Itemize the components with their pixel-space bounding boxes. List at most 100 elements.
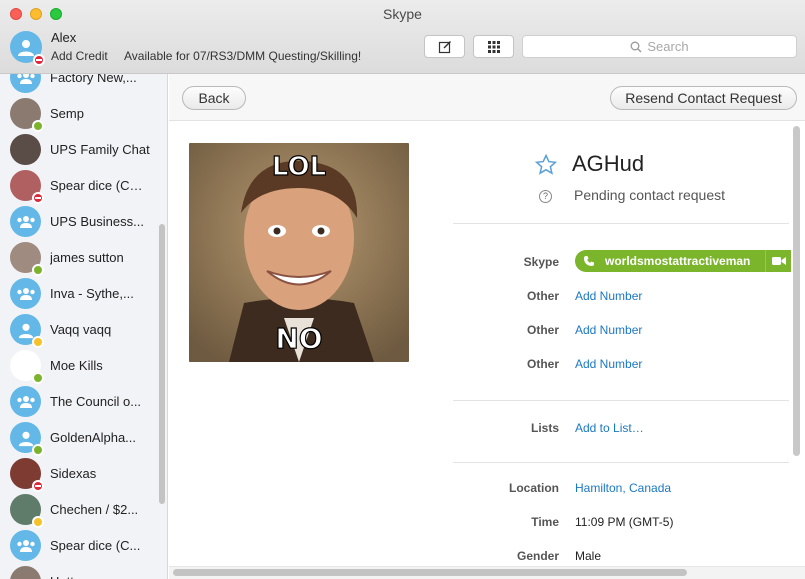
- group-icon: [16, 539, 35, 552]
- group-avatar: [10, 206, 41, 237]
- contact-item[interactable]: UPS Family Chat: [0, 132, 158, 168]
- contact-item[interactable]: Vaqq vaqq: [0, 312, 158, 348]
- group-avatar: [10, 530, 41, 561]
- search-icon: [630, 41, 642, 52]
- contact-item[interactable]: Spear dice (C...: [0, 528, 158, 564]
- status-online-icon: [32, 444, 44, 456]
- time-label: Time: [531, 515, 559, 529]
- my-status-dnd-icon[interactable]: [33, 54, 45, 66]
- contact-item[interactable]: GoldenAlpha...: [0, 420, 158, 456]
- add-number-link-2[interactable]: Add Number: [575, 323, 642, 337]
- contact-item[interactable]: Moe Kills: [0, 348, 158, 384]
- favorite-star-icon[interactable]: [535, 154, 557, 175]
- contact-item[interactable]: Hatter: [0, 564, 158, 579]
- add-to-list-link[interactable]: Add to List…: [575, 421, 644, 435]
- add-number-link-3[interactable]: Add Number: [575, 357, 642, 371]
- new-conversation-button[interactable]: [424, 35, 465, 58]
- gender-label: Gender: [516, 549, 559, 563]
- profile-panel: Back Resend Contact Request LOL NO AGHud…: [169, 74, 805, 579]
- contact-item[interactable]: Semp: [0, 96, 158, 132]
- contact-item[interactable]: james sutton: [0, 240, 158, 276]
- group-avatar: [10, 278, 41, 309]
- skype-label: Skype: [523, 255, 559, 269]
- contact-item[interactable]: The Council o...: [0, 384, 158, 420]
- contact-item[interactable]: Factory New,...: [0, 74, 158, 96]
- contact-name: Spear dice (C...: [50, 538, 141, 553]
- contact-item[interactable]: UPS Business...: [0, 204, 158, 240]
- contact-name: Inva - Sythe,...: [50, 286, 134, 301]
- dialpad-icon: [487, 40, 500, 53]
- divider: [453, 462, 789, 463]
- title-bar: Skype Alex Add Credit Available for 07/R…: [0, 0, 805, 74]
- contact-name: Factory New,...: [50, 74, 137, 85]
- profile-horizontal-scrollbar[interactable]: [173, 569, 687, 576]
- avatar: [10, 494, 44, 528]
- add-credit-link[interactable]: Add Credit: [51, 49, 108, 63]
- phone-label-3: Other: [526, 357, 559, 371]
- location-label: Location: [509, 481, 559, 495]
- status-dnd-icon: [32, 480, 44, 492]
- image-caption-bottom: NO: [275, 322, 322, 355]
- gender-value: Male: [575, 549, 602, 563]
- contact-name: GoldenAlpha...: [50, 430, 137, 445]
- my-name[interactable]: Alex: [51, 30, 76, 45]
- contact-name: The Council o...: [50, 394, 142, 409]
- dialpad-button[interactable]: [473, 35, 514, 58]
- image-caption-top: LOL: [272, 152, 326, 182]
- search-input[interactable]: Search: [522, 35, 797, 58]
- contact-name: Semp: [50, 106, 84, 121]
- avatar: [10, 422, 44, 456]
- location-value[interactable]: Hamilton, Canada: [575, 481, 671, 495]
- status-online-icon: [32, 372, 44, 384]
- person-icon: [18, 323, 33, 338]
- status-online-icon: [32, 120, 44, 132]
- profile-toolbar: Back Resend Contact Request: [169, 74, 805, 121]
- search-placeholder: Search: [647, 39, 689, 54]
- profile-name: AGHud: [572, 151, 645, 176]
- status-dnd-icon: [32, 192, 44, 204]
- status-online-icon: [32, 264, 44, 276]
- person-icon: [18, 431, 33, 446]
- add-number-link-1[interactable]: Add Number: [575, 289, 642, 303]
- my-avatar[interactable]: [10, 31, 45, 66]
- group-avatar: [10, 386, 41, 417]
- contact-name: Spear dice (CEO): [50, 178, 150, 193]
- profile-picture: LOL NO: [189, 143, 409, 362]
- skype-call-button[interactable]: worldsmostattractiveman: [575, 250, 791, 272]
- status-away-icon: [32, 516, 44, 528]
- video-call-icon[interactable]: [772, 256, 786, 266]
- contact-item[interactable]: Sidexas: [0, 456, 158, 492]
- group-icon: [16, 215, 35, 228]
- compose-icon: [438, 40, 451, 53]
- avatar: [10, 98, 44, 132]
- divider: [453, 400, 789, 401]
- question-icon: ?: [539, 190, 552, 203]
- divider: [453, 223, 789, 224]
- avatar: [10, 350, 44, 384]
- profile-vertical-scrollbar[interactable]: [793, 126, 800, 456]
- group-icon: [16, 287, 35, 300]
- contact-item[interactable]: Inva - Sythe,...: [0, 276, 158, 312]
- group-icon: [16, 74, 35, 84]
- mood-message[interactable]: Available for 07/RS3/DMM Questing/Skilli…: [124, 49, 361, 63]
- group-avatar: [10, 74, 41, 93]
- avatar: [10, 566, 41, 579]
- resend-contact-request-button[interactable]: Resend Contact Request: [610, 86, 797, 110]
- contacts-sidebar[interactable]: Factory New,... Semp UPS Family Chat Spear …: [0, 74, 168, 579]
- avatar: [10, 170, 44, 204]
- contact-name: UPS Family Chat: [50, 142, 150, 157]
- contact-item[interactable]: Spear dice (CEO): [0, 168, 158, 204]
- lists-label: Lists: [530, 421, 559, 435]
- phone-label-1: Other: [526, 289, 559, 303]
- sidebar-scrollbar[interactable]: [159, 224, 165, 504]
- contact-name: Vaqq vaqq: [50, 322, 112, 337]
- skype-id: worldsmostattractiveman: [605, 254, 751, 268]
- phone-icon: [583, 255, 595, 267]
- contact-item[interactable]: Chechen / $2...: [0, 492, 158, 528]
- contact-name: Chechen / $2...: [50, 502, 139, 517]
- avatar: [10, 134, 41, 165]
- time-value: 11:09 PM (GMT-5): [575, 515, 674, 529]
- contact-name: UPS Business...: [50, 214, 144, 229]
- contact-name: Sidexas: [50, 466, 97, 481]
- back-button[interactable]: Back: [182, 86, 246, 110]
